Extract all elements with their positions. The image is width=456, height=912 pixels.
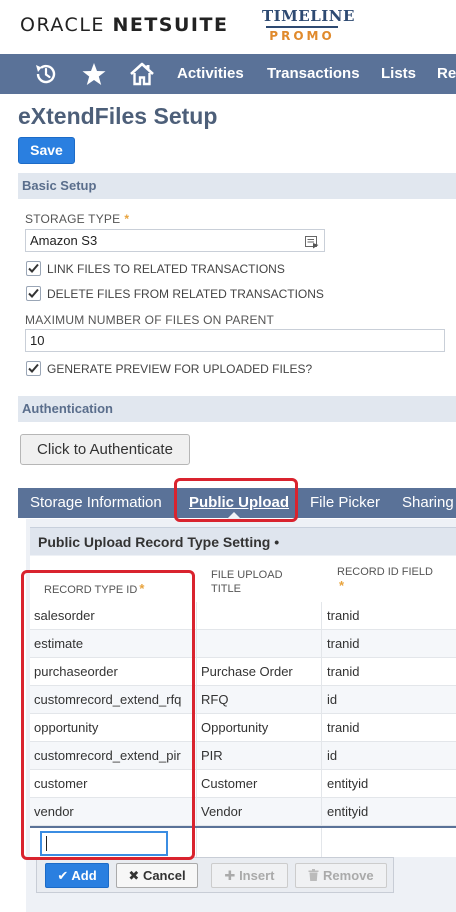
cell-record-id-field[interactable]: entityid bbox=[327, 798, 452, 826]
insert-line-label: Insert bbox=[239, 868, 275, 883]
main-nav: Activities Transactions Lists Re bbox=[0, 54, 456, 94]
column-divider bbox=[196, 630, 197, 658]
generate-preview-checkbox[interactable] bbox=[26, 361, 41, 376]
recent-records-icon[interactable] bbox=[33, 61, 59, 87]
col-header-record-id-field-text: RECORD ID FIELD bbox=[337, 566, 433, 578]
cell-file-upload-title[interactable]: Vendor bbox=[201, 798, 325, 826]
column-divider bbox=[196, 602, 197, 630]
sublist-button-bar: ✔ Add ✖ Cancel ✚ Insert Remove bbox=[36, 857, 394, 893]
column-divider bbox=[196, 828, 197, 857]
cell-file-upload-title[interactable]: Purchase Order bbox=[201, 658, 325, 686]
remove-line-button[interactable]: Remove bbox=[295, 863, 387, 888]
tab-file-picker[interactable]: File Picker bbox=[310, 494, 380, 511]
public-upload-tab-highlight bbox=[174, 478, 298, 522]
cell-file-upload-title[interactable]: RFQ bbox=[201, 686, 325, 714]
cancel-line-label: Cancel bbox=[142, 868, 186, 883]
link-files-checkbox[interactable] bbox=[26, 261, 41, 276]
cell-record-id-field[interactable]: tranid bbox=[327, 602, 452, 630]
cell-file-upload-title[interactable] bbox=[201, 602, 325, 630]
checkmark-icon: ✔ bbox=[57, 868, 69, 883]
promo-wordmark: PROMO bbox=[269, 29, 335, 43]
record-type-column-highlight bbox=[21, 570, 195, 860]
timeline-promo-logo: TIMELINE PROMO bbox=[262, 7, 355, 44]
public-upload-subheading-text: Public Upload Record Type Setting bbox=[38, 534, 271, 550]
cell-record-id-field[interactable]: tranid bbox=[327, 630, 452, 658]
storage-type-value: Amazon S3 bbox=[30, 233, 98, 248]
column-divider bbox=[321, 686, 322, 714]
storage-type-select[interactable]: Amazon S3 bbox=[25, 229, 325, 252]
add-line-label: Add bbox=[71, 868, 97, 883]
cell-record-id-field[interactable]: tranid bbox=[327, 714, 452, 742]
delete-files-checkbox[interactable] bbox=[26, 286, 41, 301]
insert-line-button[interactable]: ✚ Insert bbox=[211, 863, 288, 888]
nav-transactions[interactable]: Transactions bbox=[267, 65, 360, 82]
column-divider bbox=[321, 630, 322, 658]
column-divider bbox=[196, 714, 197, 742]
max-files-value: 10 bbox=[30, 333, 45, 348]
trash-icon bbox=[308, 868, 323, 883]
remove-line-label: Remove bbox=[323, 868, 374, 883]
tab-sharing[interactable]: Sharing bbox=[402, 494, 454, 511]
authentication-heading[interactable]: Authentication bbox=[18, 396, 456, 422]
column-divider bbox=[196, 686, 197, 714]
nav-activities[interactable]: Activities bbox=[177, 65, 244, 82]
timeline-wordmark: TIMELINE bbox=[262, 7, 355, 25]
authenticate-button[interactable]: Click to Authenticate bbox=[20, 434, 190, 465]
column-divider bbox=[321, 714, 322, 742]
cell-record-id-field[interactable]: tranid bbox=[327, 658, 452, 686]
column-divider bbox=[321, 770, 322, 798]
dropdown-list-icon[interactable] bbox=[305, 234, 319, 249]
cell-file-upload-title[interactable]: Opportunity bbox=[201, 714, 325, 742]
oracle-netsuite-logo[interactable]: ORACLE NETSUITE bbox=[20, 14, 228, 36]
tab-storage-information[interactable]: Storage Information bbox=[30, 494, 162, 511]
cell-record-id-field[interactable]: id bbox=[327, 686, 452, 714]
plus-icon: ✚ bbox=[224, 868, 236, 883]
brand-header: ORACLE NETSUITE TIMELINE PROMO bbox=[0, 0, 456, 54]
public-upload-subheading: Public Upload Record Type Setting • bbox=[30, 527, 456, 555]
required-star-icon: * bbox=[339, 578, 345, 593]
netsuite-wordmark: NETSUITE bbox=[112, 14, 229, 36]
column-divider bbox=[321, 742, 322, 770]
home-icon[interactable] bbox=[129, 61, 155, 87]
column-divider bbox=[196, 742, 197, 770]
subheading-bullet: • bbox=[270, 534, 280, 550]
cell-record-id-field[interactable]: id bbox=[327, 742, 452, 770]
nav-reports[interactable]: Re bbox=[437, 65, 456, 82]
storage-type-label: STORAGE TYPE * bbox=[25, 212, 129, 226]
delete-files-label: DELETE FILES FROM RELATED TRANSACTIONS bbox=[47, 287, 324, 301]
star-icon[interactable] bbox=[81, 61, 107, 87]
column-divider bbox=[196, 798, 197, 826]
nav-lists[interactable]: Lists bbox=[381, 65, 416, 82]
column-divider bbox=[321, 798, 322, 826]
storage-type-label-text: STORAGE TYPE bbox=[25, 212, 121, 226]
page-title: eXtendFiles Setup bbox=[18, 103, 218, 129]
col-header-record-id-field[interactable]: RECORD ID FIELD * bbox=[337, 565, 433, 594]
max-files-input[interactable]: 10 bbox=[25, 329, 445, 352]
link-files-label: LINK FILES TO RELATED TRANSACTIONS bbox=[47, 262, 285, 276]
max-files-label: MAXIMUM NUMBER OF FILES ON PARENT bbox=[25, 313, 275, 327]
save-button[interactable]: Save bbox=[18, 137, 75, 164]
oracle-wordmark: ORACLE bbox=[20, 14, 105, 36]
column-divider bbox=[321, 602, 322, 630]
required-star-icon: * bbox=[124, 212, 130, 226]
cell-file-upload-title[interactable]: Customer bbox=[201, 770, 325, 798]
cell-record-id-field[interactable]: entityid bbox=[327, 770, 452, 798]
close-icon: ✖ bbox=[128, 868, 140, 883]
basic-setup-heading[interactable]: Basic Setup bbox=[18, 173, 456, 199]
column-divider bbox=[196, 770, 197, 798]
logo-divider bbox=[266, 26, 338, 28]
generate-preview-label: GENERATE PREVIEW FOR UPLOADED FILES? bbox=[47, 362, 313, 376]
cancel-line-button[interactable]: ✖ Cancel bbox=[116, 863, 198, 888]
cell-file-upload-title[interactable] bbox=[201, 630, 325, 658]
add-line-button[interactable]: ✔ Add bbox=[45, 863, 109, 888]
cell-file-upload-title[interactable]: PIR bbox=[201, 742, 325, 770]
col-header-file-upload-title[interactable]: FILE UPLOAD TITLE bbox=[211, 568, 311, 596]
column-divider bbox=[321, 828, 322, 857]
column-divider bbox=[321, 658, 322, 686]
column-divider bbox=[196, 658, 197, 686]
